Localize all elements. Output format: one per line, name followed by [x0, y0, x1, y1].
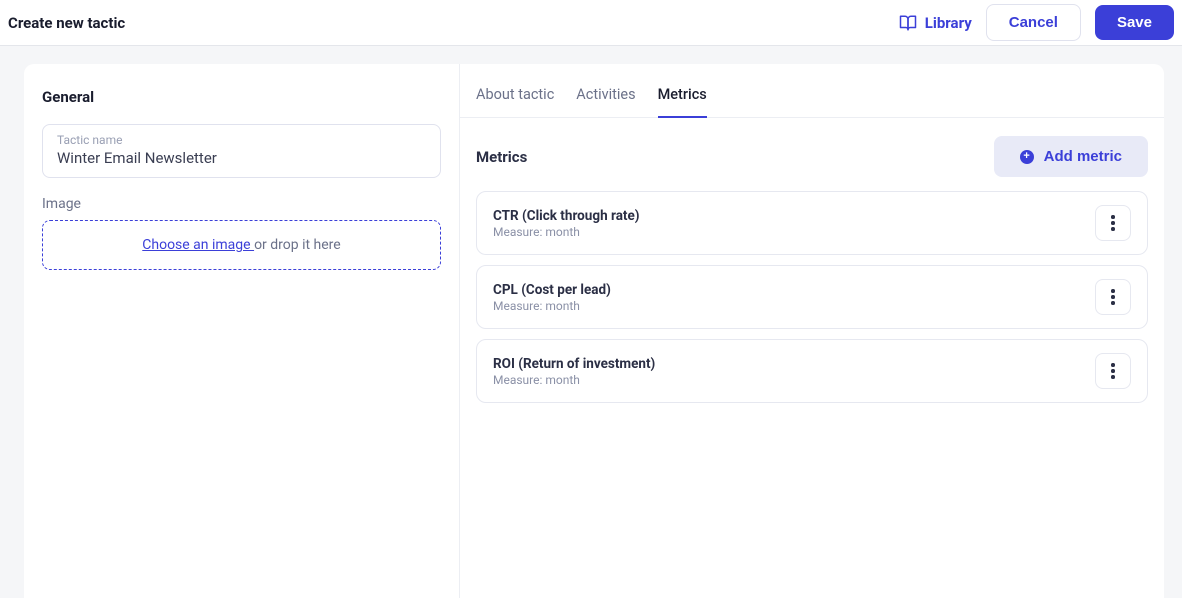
kebab-icon — [1111, 375, 1115, 379]
tactic-name-field-wrap[interactable]: Tactic name — [42, 124, 441, 178]
add-metric-label: Add metric — [1044, 148, 1122, 165]
choose-image-link[interactable]: Choose an image — [142, 237, 254, 253]
kebab-icon — [1111, 221, 1115, 225]
metric-card: ROI (Return of investment)Measure: month — [476, 339, 1148, 403]
metrics-area: Metrics + Add metric CTR (Click through … — [460, 118, 1164, 431]
tab-activities[interactable]: Activities — [576, 86, 635, 117]
page-header: Create new tactic Library Cancel Save — [0, 0, 1182, 46]
tactic-name-input[interactable] — [57, 149, 426, 167]
metric-measure: Measure: month — [493, 225, 640, 239]
drop-text: or drop it here — [254, 237, 341, 253]
image-label: Image — [42, 196, 441, 212]
tab-about-tactic[interactable]: About tactic — [476, 86, 554, 117]
metric-info: CPL (Cost per lead)Measure: month — [493, 282, 611, 313]
general-panel: General Tactic name Image Choose an imag… — [24, 64, 460, 598]
cancel-button[interactable]: Cancel — [986, 4, 1081, 41]
metric-measure: Measure: month — [493, 373, 655, 387]
tab-metrics[interactable]: Metrics — [658, 86, 707, 117]
kebab-icon — [1111, 227, 1115, 231]
metric-info: CTR (Click through rate)Measure: month — [493, 208, 640, 239]
kebab-icon — [1111, 363, 1115, 367]
metrics-header: Metrics + Add metric — [476, 136, 1148, 177]
page-title: Create new tactic — [8, 14, 125, 32]
book-icon — [899, 14, 917, 32]
metrics-list: CTR (Click through rate)Measure: monthCP… — [476, 191, 1148, 403]
content: General Tactic name Image Choose an imag… — [0, 46, 1182, 598]
image-dropzone[interactable]: Choose an image or drop it here — [42, 220, 441, 270]
general-title: General — [42, 88, 441, 106]
save-button[interactable]: Save — [1095, 5, 1174, 40]
tabs: About tactic Activities Metrics — [460, 64, 1164, 118]
metric-name: ROI (Return of investment) — [493, 356, 655, 372]
library-label: Library — [925, 14, 972, 32]
metric-info: ROI (Return of investment)Measure: month — [493, 356, 655, 387]
kebab-icon — [1111, 215, 1115, 219]
kebab-icon — [1111, 301, 1115, 305]
add-metric-button[interactable]: + Add metric — [994, 136, 1148, 177]
metric-menu-button[interactable] — [1095, 279, 1131, 315]
kebab-icon — [1111, 369, 1115, 373]
metric-measure: Measure: month — [493, 299, 611, 313]
header-actions: Library Cancel Save — [899, 4, 1174, 41]
metric-card: CTR (Click through rate)Measure: month — [476, 191, 1148, 255]
kebab-icon — [1111, 295, 1115, 299]
metric-menu-button[interactable] — [1095, 353, 1131, 389]
tactic-name-label: Tactic name — [57, 133, 426, 147]
kebab-icon — [1111, 289, 1115, 293]
metrics-title: Metrics — [476, 148, 527, 166]
plus-icon: + — [1020, 150, 1034, 164]
metric-name: CPL (Cost per lead) — [493, 282, 611, 298]
metric-card: CPL (Cost per lead)Measure: month — [476, 265, 1148, 329]
library-link[interactable]: Library — [899, 14, 972, 32]
details-panel: About tactic Activities Metrics Metrics … — [460, 64, 1164, 598]
metric-name: CTR (Click through rate) — [493, 208, 640, 224]
metric-menu-button[interactable] — [1095, 205, 1131, 241]
